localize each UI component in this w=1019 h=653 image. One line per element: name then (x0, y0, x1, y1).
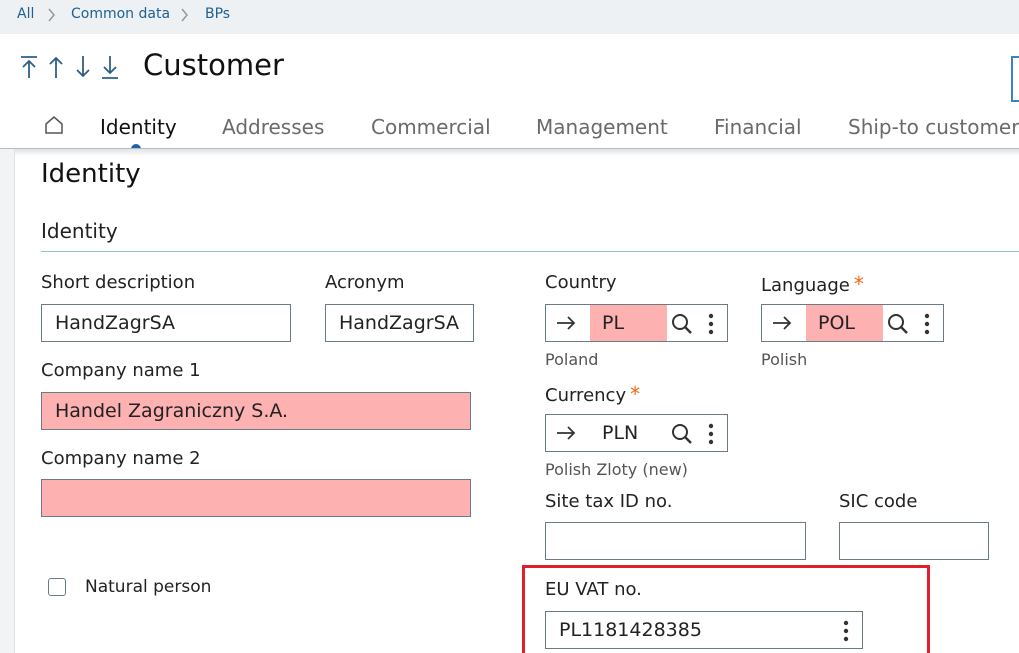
country-input[interactable]: PL (590, 305, 667, 341)
block-divider (41, 251, 1019, 252)
tab-management[interactable]: Management (536, 115, 668, 139)
tab-ship-to-customer[interactable]: Ship-to customer (848, 115, 1019, 139)
breadcrumb-item-bps[interactable]: BPs (205, 6, 230, 22)
more-options-icon[interactable] (924, 313, 930, 335)
tab-commercial[interactable]: Commercial (371, 115, 491, 139)
language-input[interactable]: POL (806, 305, 883, 341)
currency-field: PLN (545, 414, 728, 452)
home-icon[interactable] (43, 114, 65, 136)
tab-addresses[interactable]: Addresses (222, 115, 324, 139)
language-description: Polish (761, 350, 808, 369)
company-name-1-label: Company name 1 (41, 360, 201, 381)
currency-label-text: Currency (545, 385, 627, 406)
search-icon[interactable] (670, 312, 694, 336)
breadcrumb-item-common-data[interactable]: Common data (71, 6, 170, 22)
arrow-right-icon[interactable] (555, 422, 577, 444)
country-field: PL (545, 304, 728, 342)
tab-identity[interactable]: Identity (100, 115, 177, 139)
more-options-icon[interactable] (708, 313, 714, 335)
company-name-2-input[interactable] (41, 479, 471, 517)
acronym-label: Acronym (325, 272, 405, 293)
language-field: POL (761, 304, 944, 342)
site-tax-id-label: Site tax ID no. (545, 491, 673, 512)
sic-code-label: SIC code (839, 491, 918, 512)
country-label: Country (545, 272, 617, 293)
natural-person-checkbox[interactable] (48, 578, 66, 596)
search-icon[interactable] (886, 312, 910, 336)
last-record-icon[interactable] (99, 54, 121, 80)
acronym-input[interactable]: HandZagrSA (325, 304, 474, 342)
block-title: Identity (41, 219, 118, 243)
currency-input[interactable]: PLN (590, 415, 667, 451)
first-record-icon[interactable] (18, 54, 40, 80)
chevron-right-icon (48, 8, 55, 22)
more-options-icon[interactable] (708, 423, 714, 445)
company-name-2-label: Company name 2 (41, 448, 201, 469)
tab-financial[interactable]: Financial (714, 115, 802, 139)
currency-label: Currency * (545, 382, 640, 406)
site-tax-id-input[interactable] (545, 522, 806, 560)
section-title: Identity (41, 159, 141, 189)
arrow-right-icon[interactable] (771, 312, 793, 334)
natural-person-label: Natural person (85, 577, 212, 597)
short-description-input[interactable]: HandZagrSA (41, 304, 291, 342)
arrow-right-icon[interactable] (555, 312, 577, 334)
action-button[interactable] (1011, 56, 1019, 102)
language-label: Language * (761, 272, 864, 296)
sic-code-input[interactable] (839, 522, 989, 560)
page-title: Customer (143, 48, 284, 82)
search-icon[interactable] (670, 422, 694, 446)
country-description: Poland (545, 350, 599, 369)
language-label-text: Language (761, 275, 850, 296)
required-mark: * (630, 382, 641, 406)
required-mark: * (853, 272, 864, 296)
chevron-right-icon (181, 8, 188, 22)
left-gutter (0, 149, 15, 653)
breadcrumb-item-all[interactable]: All (17, 6, 34, 22)
highlight-box (522, 565, 930, 653)
next-record-icon[interactable] (72, 54, 94, 80)
header-shadow (0, 149, 1019, 156)
currency-description: Polish Zloty (new) (545, 460, 688, 479)
company-name-1-input[interactable]: Handel Zagraniczny S.A. (41, 392, 471, 430)
short-description-label: Short description (41, 272, 196, 293)
previous-record-icon[interactable] (45, 54, 67, 80)
